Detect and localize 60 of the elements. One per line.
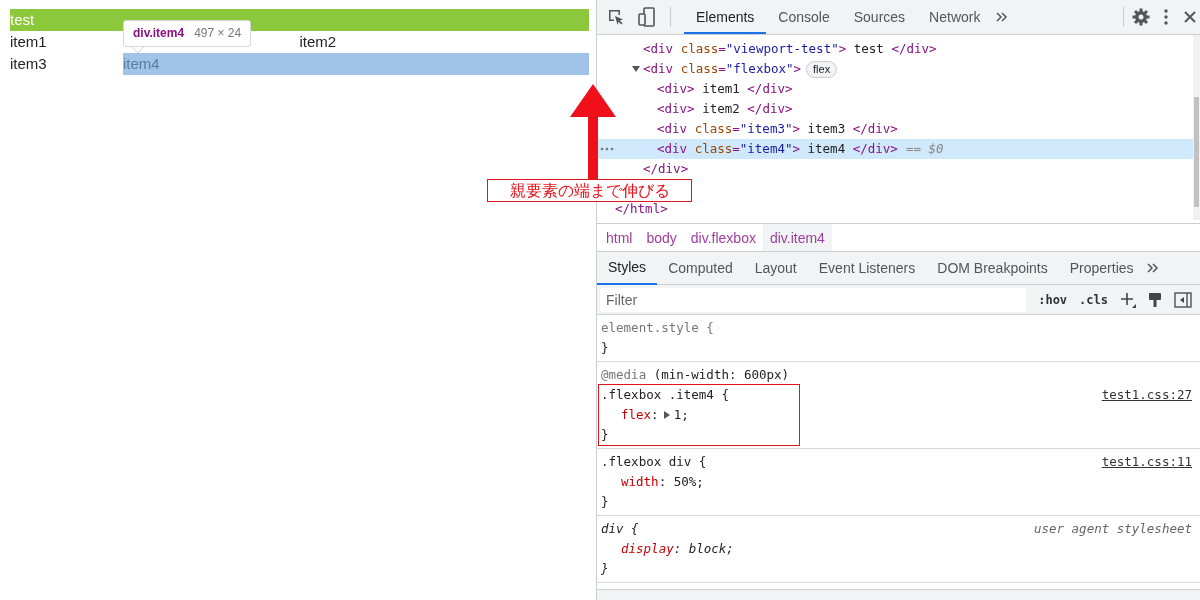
dom-node[interactable]: <div class="item3"> item3 </div> [657, 119, 898, 139]
css-selector[interactable]: .flexbox .item4 { [601, 385, 729, 405]
breadcrumb[interactable]: div.flexbox [683, 224, 763, 251]
scrollbar[interactable] [1193, 35, 1200, 220]
page-text: item2 [299, 33, 337, 50]
css-declaration[interactable]: width: 50%; [601, 472, 1192, 492]
chevrons-icon[interactable] [996, 12, 1009, 22]
expand-triangle-icon[interactable] [662, 411, 670, 419]
highlighted-element: item4 [123, 53, 589, 75]
styles-tab[interactable]: Event Listeners [807, 251, 927, 285]
close-icon[interactable] [1184, 11, 1196, 23]
node-reference: == $0 [905, 140, 944, 158]
css-selector[interactable]: .flexbox div { [601, 452, 707, 472]
add-rule-icon[interactable] [1120, 291, 1136, 308]
dom-node[interactable]: <div class="viewport-test"> test </div> [643, 39, 937, 59]
css-declaration[interactable]: flex: 1; [601, 405, 1192, 425]
menu-icon[interactable] [1164, 9, 1168, 25]
panel-tab[interactable]: Network [917, 0, 993, 34]
breadcrumb[interactable]: html [599, 224, 640, 251]
expanded-triangle-icon[interactable] [632, 65, 640, 73]
closing-brace: } [601, 339, 609, 357]
panel-tab[interactable]: Sources [841, 0, 918, 34]
paint-brush-icon[interactable] [1148, 291, 1162, 308]
page-text: item3 [10, 55, 47, 72]
closing-brace: } [601, 560, 609, 578]
dom-node[interactable]: <div> item2 </div> [657, 99, 793, 119]
inspect-icon[interactable] [607, 8, 625, 26]
css-declaration[interactable]: display: block; [601, 539, 1192, 559]
settings-icon[interactable] [1132, 8, 1150, 26]
closing-brace: } [601, 493, 609, 511]
toggle-button[interactable]: .cls [1079, 292, 1108, 307]
panel-tab[interactable]: Console [766, 0, 842, 34]
flex-badge[interactable]: flex [806, 60, 838, 78]
stylesheet-origin: user agent stylesheet [1033, 520, 1192, 538]
dom-node[interactable]: </div> [643, 159, 689, 179]
chevrons-icon[interactable] [1146, 263, 1159, 273]
more-icon[interactable] [600, 147, 614, 151]
media-query: @media (min-width: 600px) [601, 366, 791, 384]
styles-tab[interactable]: DOM Breakpoints [926, 251, 1059, 285]
styles-tab[interactable]: Properties [1058, 251, 1145, 285]
closing-brace: } [601, 426, 609, 444]
dom-node[interactable]: <div class="flexbox"> [643, 59, 802, 79]
page-text: item1 [10, 33, 47, 50]
breadcrumb[interactable]: div.item4 [762, 224, 832, 251]
source-link[interactable]: test1.css:27 [1101, 385, 1192, 405]
css-selector[interactable]: div { [601, 519, 639, 539]
dom-node[interactable]: <div class="item4"> item4 </div> [657, 139, 898, 159]
dom-node[interactable]: </html> [615, 199, 668, 219]
source-link[interactable]: test1.css:11 [1101, 452, 1192, 472]
dom-node[interactable]: <div> item1 </div> [657, 79, 793, 99]
styles-tab[interactable]: Computed [657, 251, 744, 285]
sidebar-toggle-icon[interactable] [1174, 291, 1192, 308]
css-selector[interactable]: element.style { [601, 318, 714, 338]
device-icon[interactable] [638, 7, 656, 27]
styles-tab[interactable]: Layout [743, 251, 808, 285]
panel-tab[interactable]: Elements [684, 0, 767, 34]
annotation-callout: 親要素の端まで伸びる [487, 179, 692, 202]
filter-field[interactable]: Filter [600, 287, 1027, 312]
toggle-button[interactable]: :hov [1038, 292, 1068, 307]
breadcrumb[interactable]: body [639, 224, 684, 251]
